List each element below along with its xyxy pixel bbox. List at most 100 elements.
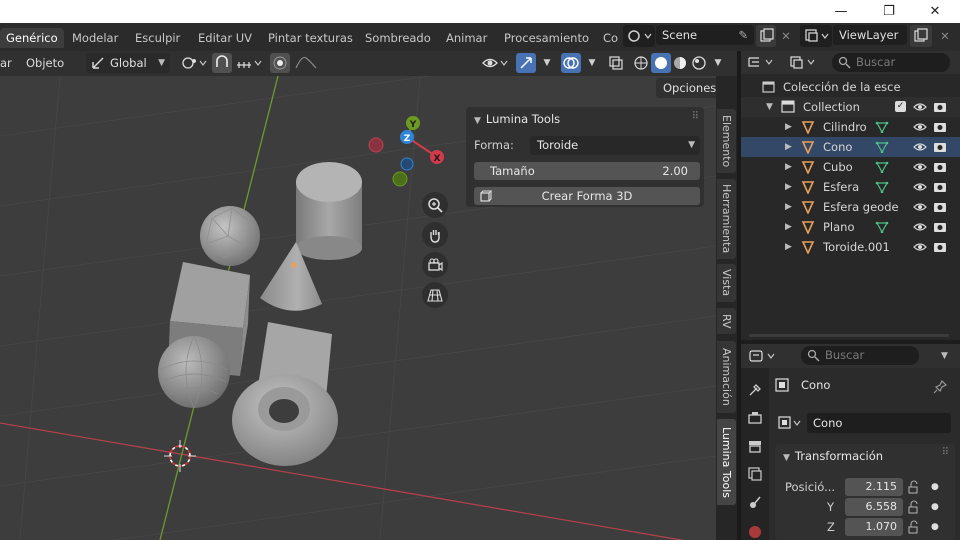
tab-animacion[interactable]: Animación (717, 341, 736, 413)
tab-esculpir[interactable]: Esculpir (129, 28, 186, 48)
eye-icon[interactable] (913, 161, 927, 173)
pan-hand-icon[interactable] (422, 222, 448, 248)
eye-icon[interactable] (913, 141, 927, 153)
position-z-field[interactable]: 1.070 (845, 518, 903, 536)
grid-projection-icon[interactable] (422, 282, 448, 308)
outliner-scrollbar[interactable] (749, 334, 949, 337)
tab-truncated[interactable]: Co (597, 28, 624, 48)
scene-collection-row[interactable]: Colección de la esce (741, 77, 960, 97)
camera-render-icon[interactable] (933, 240, 947, 253)
tab-vista[interactable]: Vista (717, 264, 736, 302)
navigation-gizmo[interactable]: Y X Z (368, 116, 444, 187)
delete-view-layer-icon[interactable]: ✕ (936, 25, 954, 47)
tab-lumina-tools[interactable]: Lumina Tools (717, 419, 736, 505)
camera-render-icon[interactable] (933, 200, 947, 213)
eye-icon[interactable] (913, 201, 927, 213)
minimize-button[interactable]: — (818, 0, 864, 23)
icosphere-object[interactable] (200, 206, 260, 266)
outliner-item[interactable]: ▶ Esfera geode (741, 197, 960, 217)
lock-icon[interactable] (907, 520, 921, 534)
neg-x-handle[interactable] (368, 137, 384, 153)
sphere-object[interactable] (158, 335, 230, 409)
neg-y-handle[interactable] (392, 171, 408, 187)
camera-render-icon[interactable] (933, 220, 947, 233)
pivot-point-icon[interactable] (178, 53, 208, 73)
chevron-right-icon[interactable]: ▶ (785, 117, 792, 137)
lock-icon[interactable] (907, 480, 921, 494)
pin-icon[interactable]: ✎ (738, 25, 748, 45)
snap-icon[interactable] (212, 53, 232, 73)
view-layer-icon[interactable] (747, 466, 763, 482)
position-y-field[interactable]: 6.558 (845, 498, 903, 516)
zoom-icon[interactable] (422, 192, 448, 218)
solid-shading-icon[interactable] (651, 53, 671, 73)
snap-increment-icon[interactable] (234, 53, 264, 73)
menu-object[interactable]: Objeto (26, 53, 64, 73)
tab-modelar[interactable]: Modelar (66, 28, 124, 48)
pin-icon[interactable] (933, 380, 947, 394)
object-name-field[interactable]: Cono (807, 413, 951, 433)
overlays-icon[interactable] (561, 53, 581, 73)
tab-procesamiento[interactable]: Procesamiento (498, 28, 595, 48)
keyframe-icon[interactable]: ● (931, 478, 939, 496)
outliner-item[interactable]: ▶ Toroide.001 (741, 237, 960, 257)
chevron-right-icon[interactable]: ▶ (785, 137, 792, 157)
tab-rv[interactable]: RV (717, 308, 736, 334)
cylinder-object[interactable] (296, 162, 362, 260)
new-scene-button[interactable] (756, 25, 776, 47)
chevron-down-icon[interactable]: ▼ (537, 53, 557, 73)
mesh-data-icon[interactable] (875, 141, 889, 153)
keyframe-icon[interactable]: ● (931, 498, 939, 516)
delete-scene-icon[interactable]: ✕ (778, 25, 794, 47)
keyframe-icon[interactable]: ● (931, 518, 939, 536)
view-layer-type-dropdown[interactable] (800, 25, 832, 47)
tab-sombreado[interactable]: Sombreado (359, 28, 437, 48)
orientation-dropdown[interactable]: Global ▼ (86, 53, 170, 73)
tab-generico[interactable]: Genérico (0, 28, 64, 48)
rendered-shading-icon[interactable] (689, 53, 709, 73)
scene-name-field[interactable]: Scene ✎ (656, 25, 754, 45)
eye-icon[interactable] (913, 101, 927, 113)
render-icon[interactable] (747, 410, 763, 426)
chevron-down-icon[interactable]: ▼ (582, 53, 602, 73)
tab-animar[interactable]: Animar (440, 28, 493, 48)
gizmo-toggle-icon[interactable] (516, 53, 536, 73)
editor-type-dropdown[interactable] (745, 53, 777, 72)
neg-z-handle[interactable] (400, 157, 414, 171)
lock-icon[interactable] (907, 500, 921, 514)
tab-editar-uv[interactable]: Editar UV (192, 28, 258, 48)
drag-handle-icon[interactable]: ⠿ (942, 447, 949, 458)
menu-add[interactable]: ar (0, 53, 12, 73)
camera-render-icon[interactable] (933, 100, 947, 113)
outliner-item[interactable]: ▶ Cubo (741, 157, 960, 177)
chevron-right-icon[interactable]: ▶ (785, 217, 792, 237)
camera-render-icon[interactable] (933, 160, 947, 173)
torus-object[interactable] (232, 374, 338, 466)
position-x-field[interactable]: 2.115 (845, 478, 903, 496)
chevron-down-icon[interactable]: ▼ (766, 97, 773, 117)
tab-herramienta[interactable]: Herramienta (717, 179, 736, 259)
new-view-layer-button[interactable] (910, 25, 932, 47)
output-icon[interactable] (747, 438, 763, 454)
outliner-item[interactable]: ▶ Esfera (741, 177, 960, 197)
wireframe-shading-icon[interactable] (631, 53, 651, 73)
options-dropdown[interactable]: Opciones ▼ (656, 78, 716, 98)
close-button[interactable]: ✕ (912, 0, 958, 23)
falloff-icon[interactable] (292, 53, 320, 73)
chevron-down-icon[interactable]: ▼ (708, 53, 728, 73)
chevron-right-icon[interactable]: ▶ (785, 157, 792, 177)
mesh-data-icon[interactable] (875, 121, 889, 133)
drag-handle-icon[interactable]: ⠿ (692, 111, 699, 122)
world-icon[interactable] (747, 522, 763, 538)
create-shape-button[interactable]: Crear Forma 3D (474, 187, 700, 205)
chevron-right-icon[interactable]: ▶ (785, 237, 792, 257)
panel-header[interactable]: ▼ Lumina Tools (474, 109, 560, 129)
camera-render-icon[interactable] (933, 180, 947, 193)
shape-dropdown[interactable]: Toroide ▼ (530, 136, 700, 155)
chevron-right-icon[interactable]: ▶ (785, 197, 792, 217)
outliner-search-input[interactable]: Buscar (832, 53, 950, 72)
camera-render-icon[interactable] (933, 120, 947, 133)
chevron-right-icon[interactable]: ▶ (785, 177, 792, 197)
eye-icon[interactable] (913, 181, 927, 193)
xray-icon[interactable] (606, 53, 626, 73)
